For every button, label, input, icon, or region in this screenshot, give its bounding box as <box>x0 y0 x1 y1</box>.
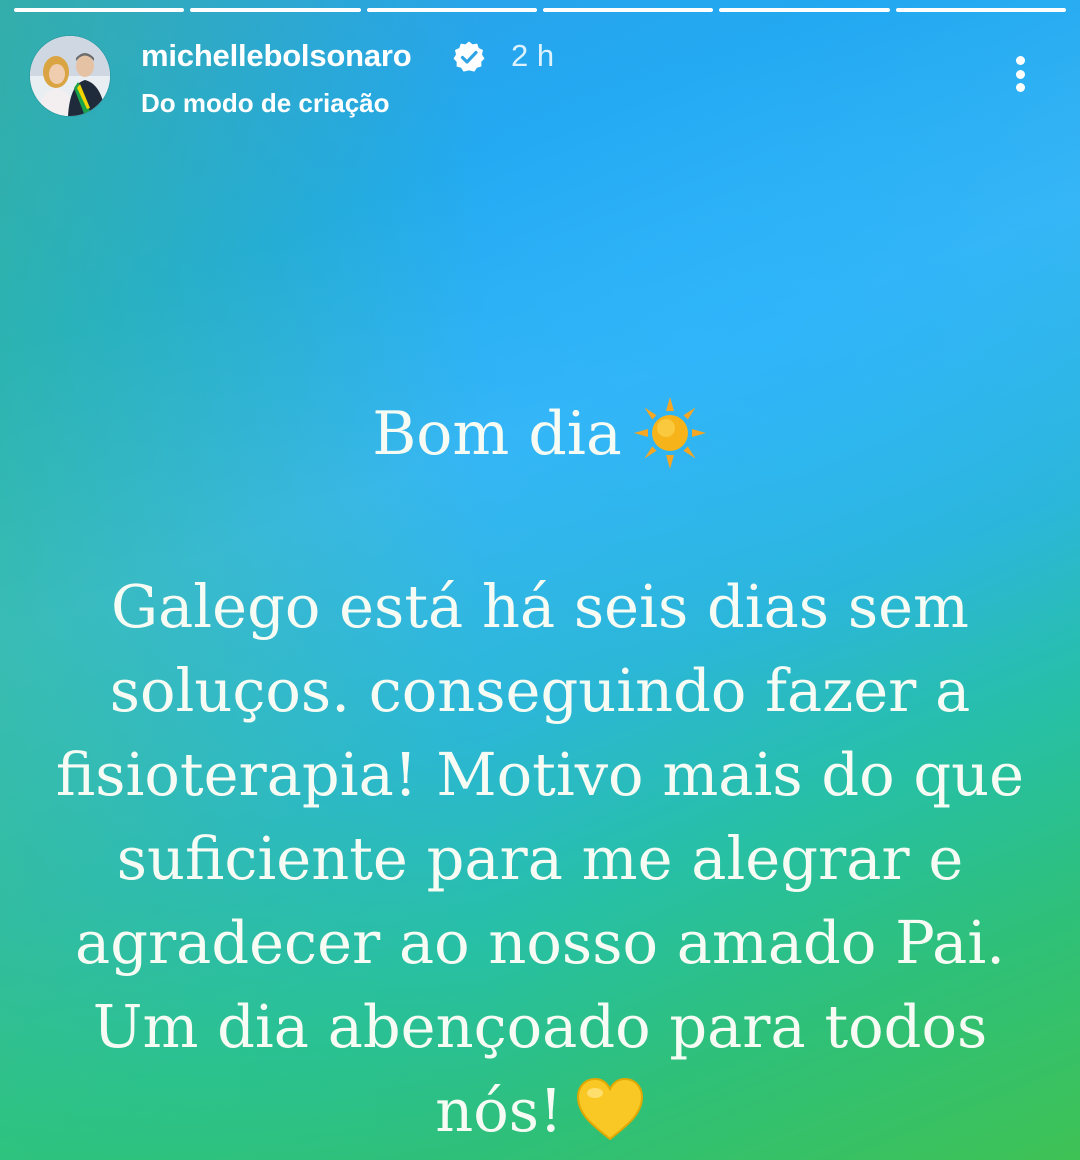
story-source-label[interactable]: Do modo de criação <box>141 88 390 119</box>
message-text: Galego está há seis dias sem soluços. co… <box>55 572 1025 1145</box>
progress-segment <box>542 8 714 12</box>
story-progress-bar <box>14 8 1066 12</box>
avatar[interactable] <box>30 36 110 116</box>
story-timestamp: 2 h <box>511 38 555 73</box>
progress-segment <box>14 8 185 12</box>
yellow-heart-emoji-icon <box>575 1077 645 1143</box>
greeting-text: Bom dia <box>372 399 622 469</box>
story-header: michellebolsonaro 2 h Do modo de criação <box>0 28 1080 128</box>
sun-emoji-icon <box>632 395 708 471</box>
story-greeting: Bom dia <box>20 395 1060 471</box>
story-message: Galego está há seis dias sem soluços. co… <box>30 565 1050 1153</box>
progress-segment <box>190 8 361 12</box>
more-vertical-icon[interactable] <box>998 50 1042 98</box>
progress-segment <box>895 8 1066 12</box>
verified-badge-icon <box>452 40 486 74</box>
story-view[interactable]: michellebolsonaro 2 h Do modo de criação… <box>0 0 1080 1160</box>
progress-segment <box>366 8 537 12</box>
progress-segment <box>719 8 890 12</box>
story-username[interactable]: michellebolsonaro <box>141 38 412 74</box>
